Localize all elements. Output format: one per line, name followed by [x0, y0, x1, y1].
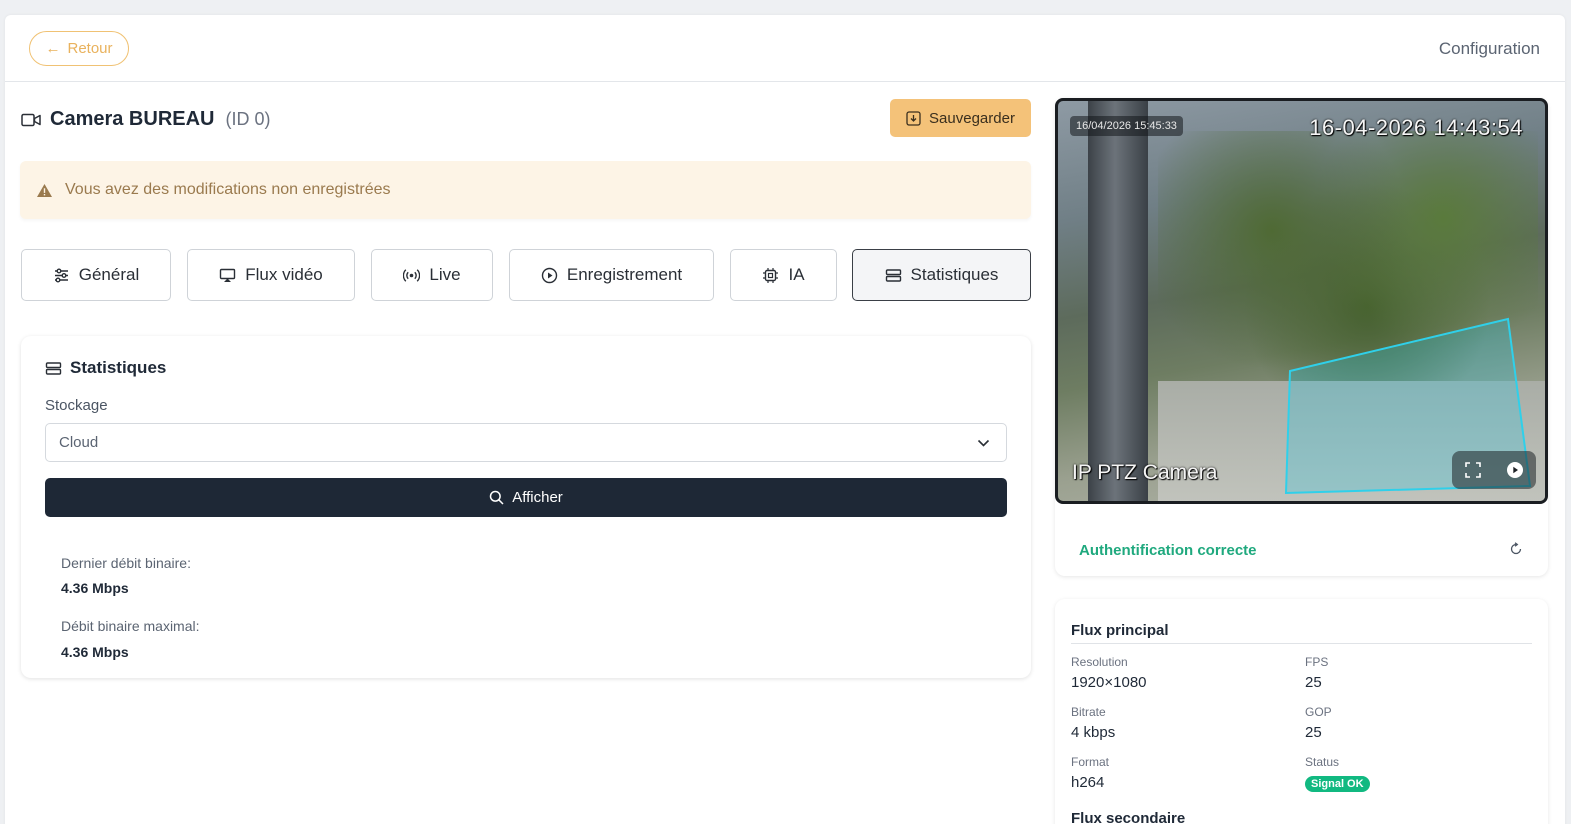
divider — [1071, 643, 1532, 644]
detection-zone — [1284, 317, 1532, 495]
page-title: Configuration — [1438, 39, 1540, 58]
monitor-icon — [220, 268, 236, 282]
warning-icon — [37, 183, 52, 197]
storage-select[interactable]: Cloud — [45, 423, 1007, 462]
show-button-label: Afficher — [512, 489, 563, 506]
tab-live-label: Live — [429, 265, 461, 284]
server-icon — [45, 361, 62, 375]
storage-label: Stockage — [45, 397, 108, 414]
camera-preview-card: 16/04/2026 15:45:33 16-04-2026 14:43:54 … — [1055, 98, 1548, 576]
main-stream-title: Flux principal — [1071, 622, 1169, 639]
camera-header: Camera BUREAU (ID 0) — [21, 108, 271, 131]
alert-message: Vous avez des modifications non enregist… — [65, 181, 391, 198]
resolution-label: Resolution — [1071, 655, 1128, 669]
gop-value: 25 — [1305, 724, 1322, 741]
storage-select-value: Cloud — [59, 434, 99, 451]
play-icon[interactable] — [1506, 461, 1524, 479]
statistics-title: Statistiques — [45, 358, 166, 378]
camera-name: Camera BUREAU — [50, 108, 215, 130]
tab-flux-video-label: Flux vidéo — [245, 265, 323, 284]
tab-general-label: Général — [78, 265, 140, 284]
fullscreen-icon[interactable] — [1464, 461, 1482, 479]
format-value: h264 — [1071, 774, 1105, 791]
arrow-left-icon: ← — [45, 40, 61, 57]
save-download-icon — [906, 110, 921, 126]
stream-info-card: Flux principal Resolution 1920×1080 FPS … — [1055, 599, 1548, 824]
refresh-icon[interactable] — [1509, 542, 1523, 556]
tab-live[interactable]: Live — [371, 249, 493, 301]
gop-label: GOP — [1305, 705, 1332, 719]
back-button[interactable]: ← Retour — [29, 31, 129, 66]
search-icon — [489, 490, 504, 505]
video-preview[interactable]: 16/04/2026 15:45:33 16-04-2026 14:43:54 … — [1055, 98, 1548, 504]
video-controls — [1452, 451, 1536, 489]
tab-ia-label: IA — [788, 265, 805, 284]
camera-overlay-label: IP PTZ Camera — [1072, 461, 1218, 484]
top-bar: ← Retour Configuration — [5, 15, 1565, 82]
camera-id: (ID 0) — [225, 109, 271, 129]
app-window: ← Retour Configuration Camera BUREAU (ID… — [5, 15, 1565, 824]
fps-label: FPS — [1305, 655, 1329, 669]
tab-general[interactable]: Général — [21, 249, 171, 301]
timestamp-badge: 16/04/2026 15:45:33 — [1070, 116, 1183, 136]
video-camera-icon — [21, 113, 41, 126]
tab-statistiques[interactable]: Statistiques — [852, 249, 1031, 301]
bitrate-value: 4 kbps — [1071, 724, 1116, 741]
last-bitrate-label: Dernier débit binaire: — [61, 555, 191, 571]
last-bitrate-value: 4.36 Mbps — [61, 580, 129, 596]
status-badge: Signal OK — [1305, 776, 1370, 792]
statistics-title-text: Statistiques — [70, 358, 167, 377]
tab-ia[interactable]: IA — [730, 249, 837, 301]
tab-statistiques-label: Statistiques — [910, 265, 999, 284]
play-circle-icon — [541, 267, 558, 283]
save-button-label: Sauvegarder — [929, 109, 1015, 127]
tab-flux-video[interactable]: Flux vidéo — [187, 249, 355, 301]
back-button-label: Retour — [67, 40, 113, 57]
save-button[interactable]: Sauvegarder — [890, 99, 1031, 137]
show-button[interactable]: Afficher — [45, 478, 1007, 517]
status-label: Status — [1305, 755, 1340, 769]
max-bitrate-label: Débit binaire maximal: — [61, 618, 200, 634]
chip-icon — [763, 267, 779, 283]
timestamp-overlay: 16-04-2026 14:43:54 — [1309, 115, 1523, 140]
tab-enregistrement-label: Enregistrement — [566, 265, 683, 284]
tab-enregistrement[interactable]: Enregistrement — [509, 249, 714, 301]
broadcast-icon — [403, 268, 421, 282]
sliders-icon — [54, 268, 68, 282]
chevron-down-icon — [977, 439, 990, 447]
resolution-value: 1920×1080 — [1071, 674, 1147, 691]
tab-bar: Général Flux vidéo Live Enregistrement I… — [21, 249, 1031, 301]
bitrate-label: Bitrate — [1071, 705, 1106, 719]
secondary-stream-title: Flux secondaire — [1071, 810, 1186, 824]
format-label: Format — [1071, 755, 1110, 769]
max-bitrate-value: 4.36 Mbps — [61, 644, 129, 660]
unsaved-alert: Vous avez des modifications non enregist… — [20, 161, 1031, 219]
auth-status: Authentification correcte — [1079, 542, 1257, 559]
statistics-panel: Statistiques Stockage Cloud Afficher Der… — [21, 336, 1031, 678]
server-icon — [885, 268, 901, 282]
fps-value: 25 — [1305, 674, 1322, 691]
